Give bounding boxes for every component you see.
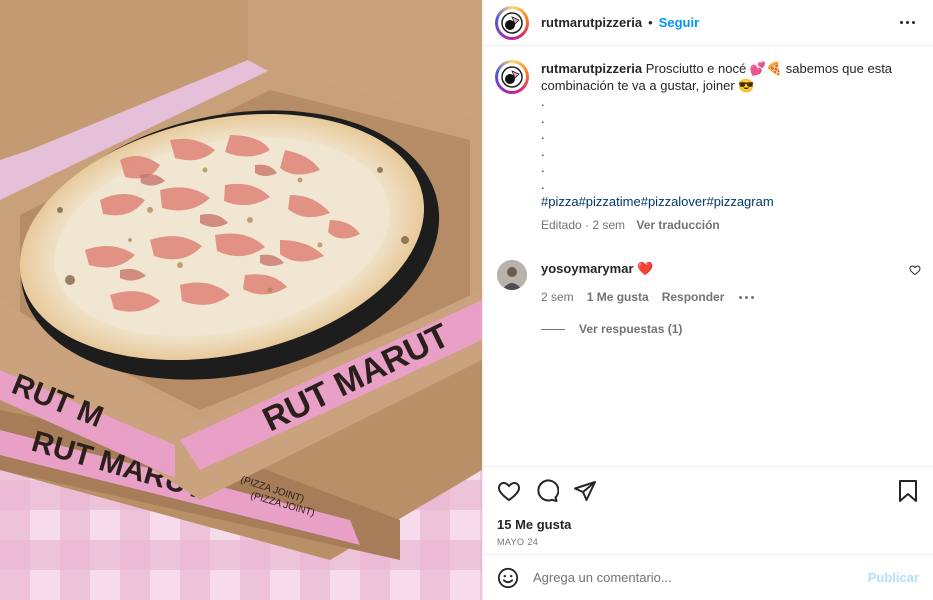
comment-item: yosoymarymar ❤️ 2 sem 1 Me gusta Respond…	[495, 260, 921, 306]
caption-dot: .	[541, 94, 545, 109]
small-heart-icon[interactable]	[909, 264, 921, 276]
pizza-photo: RUT MARUT (PIZZA JOINT) RUT MARUT RUT M …	[0, 0, 482, 600]
comments-area: rutmarutpizzeria Prosciutto e nocé 💕🍕 sa…	[483, 46, 933, 466]
post-side-panel: rutmarutpizzeria • Seguir rutmarutpizzer…	[482, 0, 933, 600]
pizzeria-logo-icon	[501, 11, 523, 34]
commenter-avatar[interactable]	[497, 260, 527, 290]
caption-dot: .	[541, 176, 545, 192]
caption-avatar[interactable]	[495, 60, 529, 94]
post-image[interactable]: RUT MARUT (PIZZA JOINT) RUT MARUT RUT M …	[0, 0, 482, 600]
comment-age: 2 sem	[541, 290, 574, 304]
replies-line	[541, 328, 565, 330]
post-header: rutmarutpizzeria • Seguir	[483, 0, 933, 46]
share-icon[interactable]	[573, 479, 597, 503]
header-username[interactable]: rutmarutpizzeria	[541, 15, 642, 30]
caption-body: rutmarutpizzeria Prosciutto e nocé 💕🍕 sa…	[541, 60, 911, 234]
post-date: MAYO 24	[497, 537, 539, 547]
pizzeria-logo-icon	[501, 66, 523, 88]
caption-dot: .	[541, 127, 545, 142]
post-container: RUT MARUT (PIZZA JOINT) RUT MARUT RUT M …	[0, 0, 933, 600]
more-icon[interactable]	[894, 15, 921, 30]
comment-text: ❤️	[637, 261, 654, 276]
reply-button[interactable]: Responder	[662, 289, 725, 306]
caption-meta: Editado · 2 sem Ver traducción	[541, 217, 911, 234]
comment-body: yosoymarymar ❤️ 2 sem 1 Me gusta Respond…	[541, 260, 755, 306]
post-actions: 15 Me gusta MAYO 24	[483, 466, 933, 554]
likes-count[interactable]: 15 Me gusta	[497, 517, 919, 532]
follow-button[interactable]: Seguir	[659, 15, 699, 30]
comment-input[interactable]	[533, 570, 868, 585]
user-photo-icon	[497, 260, 527, 290]
bookmark-icon[interactable]	[897, 479, 919, 503]
publish-button[interactable]: Publicar	[868, 570, 919, 585]
caption-dot: .	[541, 143, 545, 159]
comment-meta: 2 sem 1 Me gusta Responder	[541, 289, 755, 306]
comment-more-icon[interactable]	[739, 296, 755, 299]
action-icons	[497, 479, 919, 503]
comment-username[interactable]: yosoymarymar	[541, 261, 634, 276]
heart-icon[interactable]	[497, 479, 521, 503]
caption-dot: .	[541, 110, 545, 126]
caption: rutmarutpizzeria Prosciutto e nocé 💕🍕 sa…	[495, 60, 921, 234]
emoji-icon[interactable]	[497, 567, 519, 589]
add-comment-bar: Publicar	[483, 554, 933, 600]
caption-dot: .	[541, 160, 545, 175]
view-replies-button[interactable]: Ver respuestas (1)	[541, 322, 921, 336]
view-replies-label: Ver respuestas (1)	[579, 322, 683, 336]
profile-avatar[interactable]	[495, 5, 529, 40]
header-separator: •	[648, 15, 653, 30]
caption-edited: Editado · 2 sem	[541, 218, 626, 232]
caption-username[interactable]: rutmarutpizzeria	[541, 61, 642, 76]
translate-link[interactable]: Ver traducción	[636, 218, 719, 232]
comment-icon[interactable]	[535, 479, 559, 503]
comment-likes[interactable]: 1 Me gusta	[587, 289, 649, 306]
caption-text-line: rutmarutpizzeria Prosciutto e nocé 💕🍕 sa…	[541, 60, 911, 94]
caption-hashtags[interactable]: #pizza#pizzatime#pizzalover#pizzagram	[541, 193, 911, 210]
